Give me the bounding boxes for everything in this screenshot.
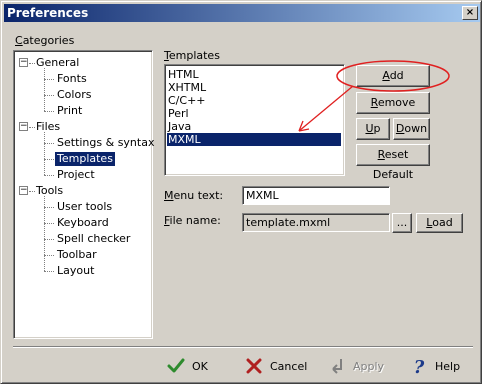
file-name-label: File name:	[164, 214, 221, 227]
tree-content: − General Fonts Colors Print − Files Settings &…	[14, 51, 154, 338]
tree-connector	[44, 239, 54, 240]
footer-separator	[13, 346, 473, 348]
menu-text-mnemonic: M	[164, 189, 174, 202]
question-icon: ?	[409, 356, 429, 376]
tree-connector	[44, 95, 54, 96]
tree-connector	[44, 271, 54, 272]
tree-connector	[44, 196, 45, 271]
tree-item-fonts[interactable]: Fonts	[57, 72, 87, 86]
close-icon: ×	[465, 7, 475, 18]
tree-connector	[44, 143, 54, 144]
svg-text:?: ?	[414, 357, 425, 375]
help-button-label: Help	[435, 359, 461, 373]
browse-button[interactable]: ...	[392, 213, 412, 233]
tree-connector	[44, 111, 54, 112]
close-button[interactable]: ×	[462, 6, 478, 20]
window-title: Preferences	[7, 6, 89, 20]
apply-button-label: Apply	[353, 359, 385, 373]
tree-connector	[44, 159, 54, 160]
menu-text-field[interactable]	[242, 186, 390, 205]
categories-tree[interactable]: − General Fonts Colors Print − Files Settings &…	[13, 50, 154, 339]
file-name-label-text: ile name:	[169, 214, 221, 227]
reset-default-button[interactable]: Reset Default	[356, 144, 430, 181]
templates-label-text: emplates	[168, 49, 220, 62]
ok-button[interactable]: OK	[166, 353, 208, 379]
preferences-window: Preferences × Categories − General Fonts Co…	[0, 0, 482, 384]
apply-button[interactable]: Apply	[327, 353, 384, 379]
ok-button-label: OK	[192, 359, 208, 373]
tree-item-toolbar[interactable]: Toolbar	[57, 248, 97, 262]
tree-expander[interactable]: −	[19, 58, 28, 67]
tree-connector	[44, 175, 54, 176]
tree-item-spell-checker[interactable]: Spell checker	[57, 232, 130, 246]
load-button[interactable]: Load	[416, 213, 463, 233]
reset-default-mnemonic: R	[377, 148, 385, 161]
annotation-ellipse	[336, 60, 450, 92]
tree-expander[interactable]: −	[19, 186, 28, 195]
checkmark-icon	[166, 356, 186, 376]
tree-item-colors[interactable]: Colors	[57, 88, 91, 102]
load-button-label: oad	[432, 216, 453, 229]
x-icon	[244, 356, 264, 376]
annotation-arrow-line	[298, 85, 354, 132]
tree-connector	[44, 68, 45, 111]
browse-button-label: ...	[396, 216, 408, 229]
categories-label-mnemonic: C	[15, 34, 23, 47]
tree-connector	[29, 127, 35, 128]
tree-item-keyboard[interactable]: Keyboard	[57, 216, 109, 230]
cancel-button-label: Cancel	[270, 359, 308, 373]
apply-arrow-icon	[327, 356, 347, 376]
categories-label: Categories	[15, 34, 74, 47]
menu-text-label: Menu text:	[164, 189, 223, 202]
tree-connector	[29, 63, 35, 64]
tree-item-templates[interactable]: Templates	[55, 152, 115, 166]
help-button[interactable]: ? Help	[409, 353, 460, 379]
templates-label: Templates	[164, 49, 220, 62]
tree-connector	[44, 79, 54, 80]
tree-item-print[interactable]: Print	[57, 104, 82, 118]
tree-expander[interactable]: −	[19, 122, 28, 131]
title-bar[interactable]: Preferences ×	[4, 4, 480, 22]
annotation-overlay	[298, 60, 450, 132]
categories-label-text: ategories	[22, 34, 75, 47]
menu-text-label-text: enu text:	[173, 189, 224, 202]
tree-item-user-tools[interactable]: User tools	[57, 200, 112, 214]
tree-item-settings-syntax[interactable]: Settings & syntax	[57, 136, 154, 150]
file-name-field[interactable]	[242, 213, 390, 232]
tree-item-layout[interactable]: Layout	[57, 264, 94, 278]
tree-item-project[interactable]: Project	[57, 168, 95, 182]
tree-item-files[interactable]: Files	[36, 120, 60, 134]
tree-item-tools[interactable]: Tools	[36, 184, 63, 198]
tree-connector	[44, 223, 54, 224]
tree-connector	[44, 132, 45, 175]
tree-connector	[44, 255, 54, 256]
tree-connector	[44, 207, 54, 208]
tree-item-general[interactable]: General	[36, 56, 79, 70]
tree-connector	[29, 191, 35, 192]
cancel-button[interactable]: Cancel	[244, 353, 307, 379]
